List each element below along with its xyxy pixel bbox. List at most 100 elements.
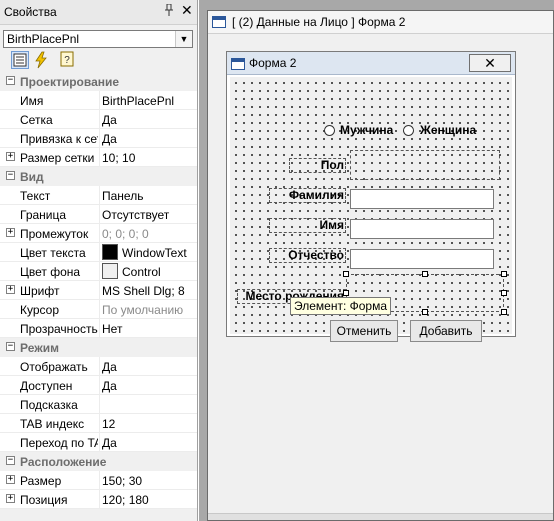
property-row[interactable]: + Размер сетки 10; 10 — [0, 148, 197, 167]
property-value[interactable]: 10; 10 — [102, 151, 135, 165]
column-divider[interactable] — [99, 91, 100, 110]
label-name[interactable]: Имя — [269, 218, 346, 233]
name-field[interactable] — [350, 219, 494, 239]
collapse-icon[interactable]: − — [6, 171, 15, 180]
horizontal-scrollbar[interactable] — [208, 513, 553, 520]
resize-handle[interactable] — [501, 290, 507, 296]
property-value[interactable]: Control — [122, 265, 161, 279]
column-divider[interactable] — [99, 319, 100, 338]
expand-icon[interactable]: + — [6, 152, 15, 161]
form-window[interactable]: Форма 2 ✕ Мужчина Женщина Пол Фамилия Им… — [226, 51, 516, 342]
radio-male[interactable] — [324, 125, 335, 136]
form-canvas[interactable]: Мужчина Женщина Пол Фамилия Имя Отчество… — [230, 77, 512, 342]
column-divider[interactable] — [99, 186, 100, 205]
column-divider[interactable] — [99, 148, 100, 167]
column-divider[interactable] — [99, 433, 100, 452]
label-gender[interactable]: Пол — [289, 158, 346, 173]
property-value[interactable]: Да — [102, 379, 117, 393]
add-button[interactable]: Добавить — [410, 320, 482, 342]
property-row[interactable]: Цвет фона Control — [0, 262, 197, 281]
expand-icon[interactable]: + — [6, 228, 15, 237]
property-value[interactable]: Да — [102, 360, 117, 374]
form-titlebar[interactable]: Форма 2 ✕ — [227, 52, 515, 75]
property-value[interactable]: По умолчанию — [102, 303, 183, 317]
property-value[interactable]: WindowText — [122, 246, 187, 260]
property-row[interactable]: Сетка Да — [0, 110, 197, 129]
chevron-down-icon[interactable]: ▼ — [175, 31, 192, 47]
radio-female[interactable] — [403, 125, 414, 136]
property-value[interactable]: Отсутствует — [102, 208, 169, 222]
column-divider[interactable] — [99, 471, 100, 490]
column-divider[interactable] — [99, 243, 100, 262]
label-surname[interactable]: Фамилия — [269, 188, 346, 203]
close-icon[interactable]: ✕ — [181, 2, 193, 19]
column-divider[interactable] — [99, 110, 100, 129]
property-row[interactable]: Текст Панель — [0, 186, 197, 205]
property-row[interactable]: Доступен Да — [0, 376, 197, 395]
collapse-icon[interactable]: − — [6, 342, 15, 351]
column-divider[interactable] — [99, 129, 100, 148]
property-row[interactable]: + Позиция 120; 180 — [0, 490, 197, 509]
column-divider[interactable] — [99, 224, 100, 243]
resize-handle[interactable] — [343, 290, 349, 296]
column-divider[interactable] — [99, 490, 100, 509]
property-value[interactable]: 0; 0; 0; 0 — [102, 227, 149, 241]
property-value[interactable]: Да — [102, 113, 117, 127]
form-close-button[interactable]: ✕ — [469, 54, 511, 72]
expand-icon[interactable]: + — [6, 494, 15, 503]
property-value[interactable]: 150; 30 — [102, 474, 142, 488]
property-row[interactable]: Подсказка — [0, 395, 197, 414]
column-divider[interactable] — [99, 395, 100, 414]
property-value[interactable]: Да — [102, 436, 117, 450]
column-divider[interactable] — [99, 300, 100, 319]
property-row[interactable]: Цвет текста WindowText — [0, 243, 197, 262]
property-category[interactable]: − Режим — [0, 338, 197, 357]
surname-field[interactable] — [350, 189, 494, 209]
property-value[interactable]: BirthPlacePnl — [102, 94, 174, 108]
property-row[interactable]: + Промежуток 0; 0; 0; 0 — [0, 224, 197, 243]
property-value[interactable]: Панель — [102, 189, 143, 203]
resize-handle[interactable] — [343, 271, 349, 277]
resize-handle[interactable] — [422, 309, 428, 315]
property-row[interactable]: Имя BirthPlacePnl — [0, 91, 197, 110]
column-divider[interactable] — [99, 205, 100, 224]
property-value[interactable]: MS Shell Dlg; 8 — [102, 284, 185, 298]
resize-handle[interactable] — [501, 271, 507, 277]
property-category[interactable]: − Расположение — [0, 452, 197, 471]
expand-icon[interactable]: + — [6, 475, 15, 484]
column-divider[interactable] — [99, 414, 100, 433]
property-row[interactable]: + Размер 150; 30 — [0, 471, 197, 490]
gender-panel[interactable] — [350, 150, 500, 180]
events-lightning-icon[interactable] — [32, 51, 50, 69]
properties-list-icon[interactable] — [11, 51, 29, 69]
property-value[interactable]: Нет — [102, 322, 122, 336]
property-value[interactable]: Да — [102, 132, 117, 146]
property-category[interactable]: − Проектирование — [0, 72, 197, 91]
column-divider[interactable] — [99, 262, 100, 281]
property-row[interactable]: TAB индекс 12 — [0, 414, 197, 433]
property-row[interactable]: Прозрачность Нет — [0, 319, 197, 338]
label-patronymic[interactable]: Отчество — [269, 248, 346, 263]
pin-icon[interactable] — [164, 3, 174, 19]
collapse-icon[interactable]: − — [6, 76, 15, 85]
property-row[interactable]: Переход по TAB Да — [0, 433, 197, 452]
property-category[interactable]: − Вид — [0, 167, 197, 186]
property-row[interactable]: Отображать Да — [0, 357, 197, 376]
resize-handle[interactable] — [501, 309, 507, 315]
expand-icon[interactable]: + — [6, 285, 15, 294]
property-value[interactable]: 12 — [102, 417, 115, 431]
object-selector[interactable]: BirthPlacePnl ▼ — [3, 30, 193, 48]
patronymic-field[interactable] — [350, 249, 494, 269]
column-divider[interactable] — [99, 357, 100, 376]
column-divider[interactable] — [99, 376, 100, 395]
property-row[interactable]: Граница Отсутствует — [0, 205, 197, 224]
collapse-icon[interactable]: − — [6, 456, 15, 465]
cancel-button[interactable]: Отменить — [330, 320, 398, 342]
resize-handle[interactable] — [422, 271, 428, 277]
property-value[interactable]: 120; 180 — [102, 493, 149, 507]
help-icon[interactable]: ? — [59, 51, 77, 69]
column-divider[interactable] — [99, 281, 100, 300]
property-row[interactable]: Курсор По умолчанию — [0, 300, 197, 319]
property-row[interactable]: + Шрифт MS Shell Dlg; 8 — [0, 281, 197, 300]
property-row[interactable]: Привязка к сетке Да — [0, 129, 197, 148]
